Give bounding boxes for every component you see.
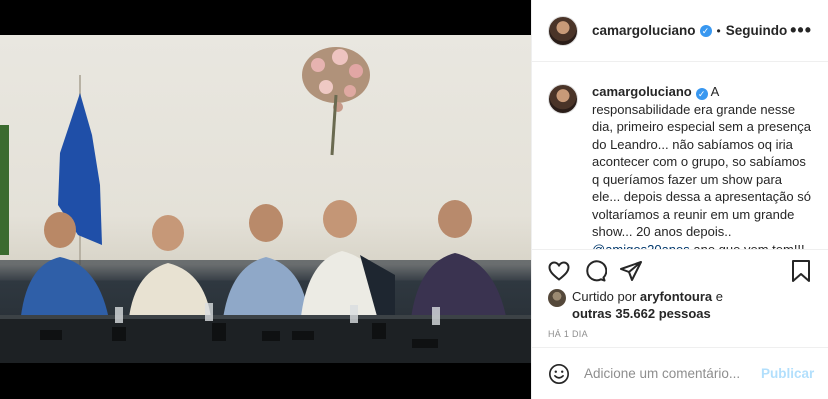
- post-photo[interactable]: [0, 35, 531, 363]
- caption-username[interactable]: camargoluciano: [592, 84, 692, 99]
- emoji-icon[interactable]: [548, 363, 570, 385]
- caption-section: camargoluciano ✓ A responsabilidade era g…: [532, 63, 828, 250]
- bookmark-icon[interactable]: [788, 258, 814, 284]
- caption-body: A responsabilidade era grande nesse dia,…: [592, 84, 811, 239]
- post-actions: [546, 254, 814, 288]
- photo-illustration: [0, 47, 531, 363]
- verified-badge-icon: ✓: [699, 24, 712, 37]
- post-media-area: [0, 0, 531, 399]
- separator-dot: •: [716, 23, 721, 38]
- liker-username[interactable]: aryfontoura: [640, 289, 712, 304]
- mention-link[interactable]: @amigos20anos: [592, 242, 690, 250]
- post-side-panel: camargoluciano ✓ • Seguindo ••• camargol…: [531, 0, 828, 399]
- caption-author-avatar[interactable]: [548, 84, 578, 114]
- comment-icon[interactable]: [582, 258, 608, 284]
- heart-icon[interactable]: [546, 258, 572, 284]
- likes-connector: e: [712, 289, 723, 304]
- liker-avatar[interactable]: [548, 289, 566, 307]
- follow-status-button[interactable]: Seguindo: [726, 23, 788, 38]
- more-options-icon[interactable]: •••: [790, 20, 812, 41]
- caption-text: camargoluciano ✓ A responsabilidade era g…: [592, 83, 812, 249]
- likes-summary: Curtido por aryfontoura e outras 35.662 …: [548, 288, 814, 322]
- likes-count-link[interactable]: outras 35.662 pessoas: [572, 306, 711, 321]
- comment-bar: Publicar: [532, 347, 828, 399]
- author-avatar[interactable]: [548, 15, 578, 46]
- post-header: camargoluciano ✓ • Seguindo •••: [532, 0, 828, 62]
- share-icon[interactable]: [618, 258, 644, 284]
- likes-prefix: Curtido por: [572, 289, 640, 304]
- caption-tail: ano que vem tem!!!: [689, 241, 805, 250]
- comment-input[interactable]: [584, 366, 761, 381]
- caption-verified-badge-icon: ✓: [695, 88, 708, 100]
- publish-button[interactable]: Publicar: [761, 366, 814, 381]
- green-flag: [0, 125, 9, 255]
- flower-arrangement: [302, 47, 370, 156]
- post-timestamp[interactable]: HÁ 1 DIA: [548, 329, 588, 339]
- author-username[interactable]: camargoluciano: [592, 23, 696, 38]
